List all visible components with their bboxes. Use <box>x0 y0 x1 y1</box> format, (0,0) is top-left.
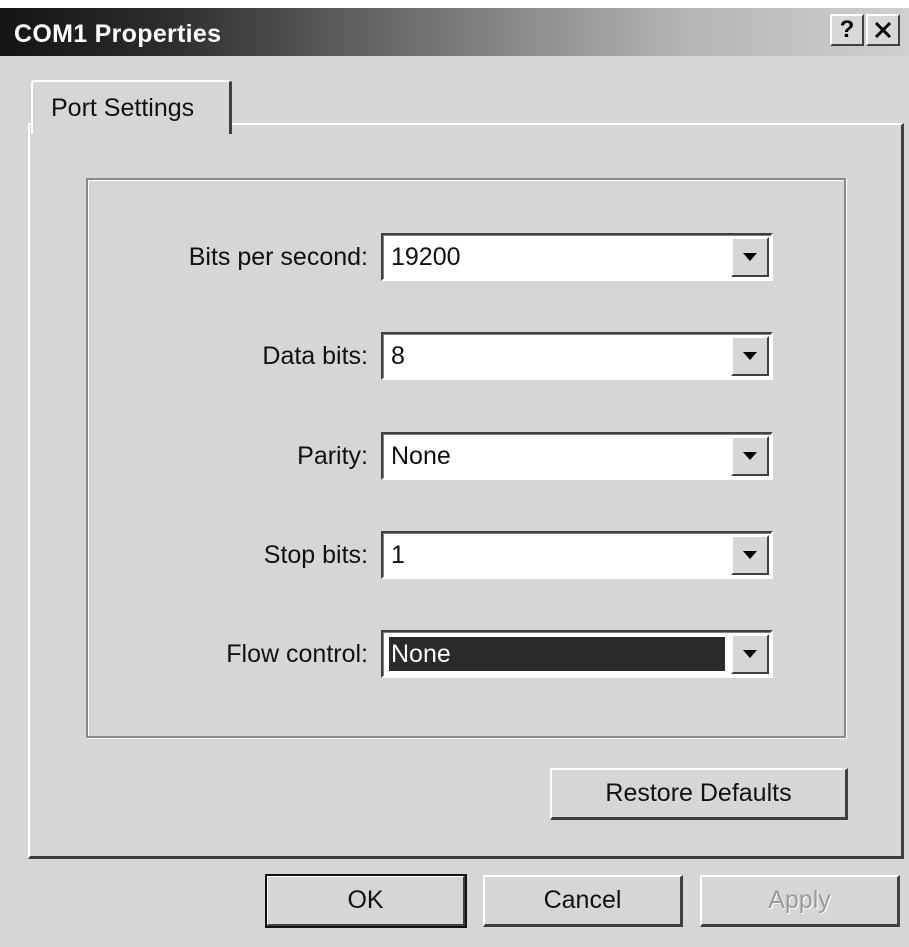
close-button[interactable] <box>866 14 900 46</box>
title-bar[interactable]: COM1 Properties ? <box>0 8 909 56</box>
data-bits-value: 8 <box>391 342 405 370</box>
port-settings-group: Bits per second: 19200 Data bits: 8 Pari… <box>86 178 846 738</box>
stop-bits-value: 1 <box>391 541 405 569</box>
ok-label: OK <box>347 886 384 914</box>
apply-label: Apply <box>768 886 831 914</box>
apply-button[interactable]: Apply <box>700 875 900 927</box>
cancel-button[interactable]: Cancel <box>483 875 683 927</box>
stop-bits-combo[interactable]: 1 <box>381 531 773 579</box>
ok-button[interactable]: OK <box>265 874 467 928</box>
restore-defaults-label: Restore Defaults <box>605 779 792 807</box>
bits-per-second-label: Bits per second: <box>188 243 368 271</box>
dropdown-button[interactable] <box>731 336 769 376</box>
window-title: COM1 Properties <box>14 20 222 48</box>
bits-per-second-value: 19200 <box>391 243 461 271</box>
parity-value: None <box>391 442 451 470</box>
dropdown-button[interactable] <box>731 237 769 277</box>
parity-combo[interactable]: None <box>381 432 773 480</box>
properties-dialog: COM1 Properties ? Port Settings Bits per… <box>0 8 909 947</box>
tab-label: Port Settings <box>51 94 195 122</box>
help-label: ? <box>839 16 855 43</box>
tab-port-settings[interactable]: Port Settings <box>31 80 232 134</box>
dropdown-button[interactable] <box>731 436 769 476</box>
parity-label: Parity: <box>297 442 368 470</box>
flow-control-value: None <box>389 637 725 671</box>
stop-bits-label: Stop bits: <box>263 541 368 569</box>
restore-defaults-button[interactable]: Restore Defaults <box>550 768 848 820</box>
chevron-down-icon <box>743 253 757 261</box>
chevron-down-icon <box>743 352 757 360</box>
close-icon <box>874 21 892 39</box>
chevron-down-icon <box>743 452 757 460</box>
chevron-down-icon <box>743 650 757 658</box>
data-bits-label: Data bits: <box>262 342 368 370</box>
chevron-down-icon <box>743 551 757 559</box>
dropdown-button[interactable] <box>731 634 769 674</box>
flow-control-label: Flow control: <box>226 640 368 668</box>
cancel-label: Cancel <box>543 886 622 914</box>
help-button[interactable]: ? <box>830 14 864 46</box>
flow-control-combo[interactable]: None <box>381 630 773 678</box>
data-bits-combo[interactable]: 8 <box>381 332 773 380</box>
bits-per-second-combo[interactable]: 19200 <box>381 233 773 281</box>
port-settings-panel: Bits per second: 19200 Data bits: 8 Pari… <box>28 123 904 859</box>
dropdown-button[interactable] <box>731 535 769 575</box>
